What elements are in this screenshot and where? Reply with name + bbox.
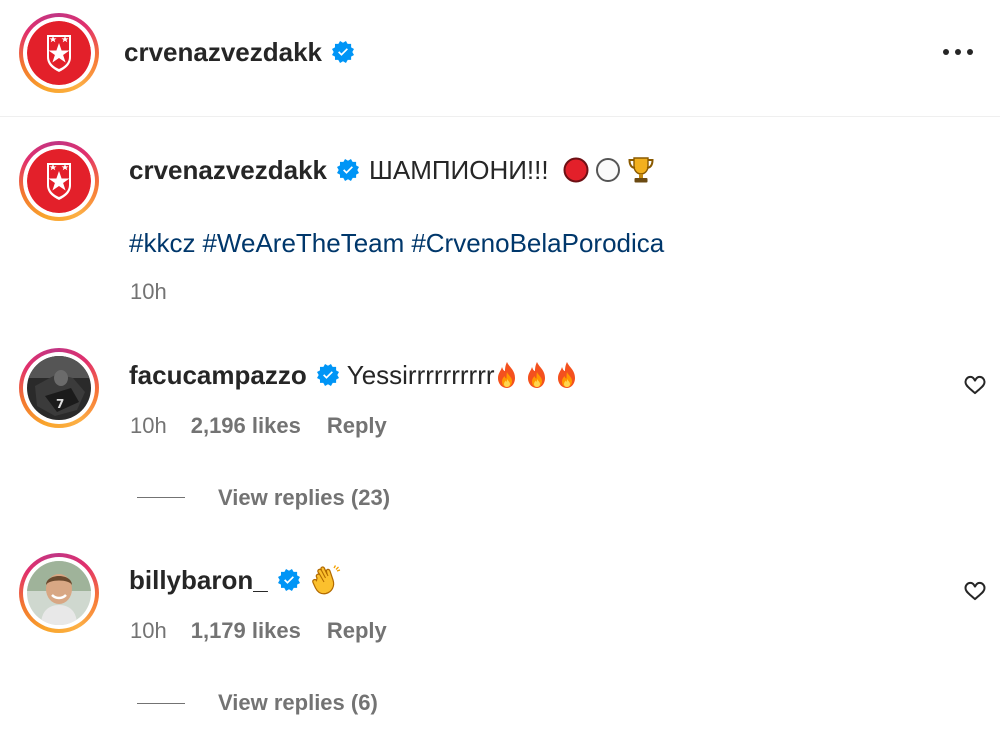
comment-text: Yessirrrrrrrrrr xyxy=(346,359,495,390)
verified-badge-icon xyxy=(332,41,354,63)
header-username[interactable]: crvenazvezdakk xyxy=(124,37,322,68)
comment-meta: 10h 2,196 likes Reply xyxy=(130,413,387,439)
comment-avatar[interactable] xyxy=(19,553,99,633)
svg-text:7: 7 xyxy=(56,397,64,411)
replies-divider xyxy=(137,703,185,704)
reply-button[interactable]: Reply xyxy=(327,413,387,439)
comment-avatar[interactable]: 7 xyxy=(19,348,99,428)
post-caption-text: ШАМПИОНИ!!! xyxy=(369,154,549,185)
user-photo-icon xyxy=(27,561,91,625)
view-replies-button[interactable]: View replies (23) xyxy=(218,485,390,511)
post-hashtags: #kkcz #WeAreTheTeam #CrvenoBelaPorodica xyxy=(129,226,664,260)
user-photo-icon: 7 xyxy=(27,356,91,420)
fire-icon xyxy=(495,361,519,389)
hashtag-link[interactable]: #kkcz xyxy=(129,228,195,259)
like-heart-icon[interactable] xyxy=(962,579,988,603)
comment-line: billybaron_ xyxy=(129,562,342,598)
post-timestamp[interactable]: 10h xyxy=(130,279,167,305)
comment-username[interactable]: facucampazzo xyxy=(129,360,307,391)
comment-timestamp[interactable]: 10h xyxy=(130,618,167,644)
comment-likes[interactable]: 2,196 likes xyxy=(191,413,301,439)
post-avatar[interactable] xyxy=(19,141,99,221)
fire-icon xyxy=(555,361,579,389)
more-options-icon[interactable] xyxy=(940,42,976,62)
white-circle-icon xyxy=(595,158,620,182)
fire-icon xyxy=(525,361,549,389)
header-avatar[interactable] xyxy=(19,13,99,93)
verified-badge-icon xyxy=(278,569,300,591)
header-divider xyxy=(0,116,1000,117)
comment-meta: 10h 1,179 likes Reply xyxy=(130,618,387,644)
red-circle-icon xyxy=(563,157,589,183)
comment-line: facucampazzo Yessirrrrrrrrrr xyxy=(129,357,579,393)
club-logo-icon xyxy=(27,149,91,213)
comment-likes[interactable]: 1,179 likes xyxy=(191,618,301,644)
comment-username[interactable]: billybaron_ xyxy=(129,565,268,596)
hashtag-link[interactable]: #CrvenoBelaPorodica xyxy=(411,228,664,259)
club-logo-icon xyxy=(27,21,91,85)
post-caption-line: crvenazvezdakk ШАМПИОНИ!!! xyxy=(129,152,655,188)
view-replies-button[interactable]: View replies (6) xyxy=(218,690,378,716)
post-username[interactable]: crvenazvezdakk xyxy=(129,155,327,186)
replies-divider xyxy=(137,497,185,498)
hashtag-link[interactable]: #WeAreTheTeam xyxy=(202,228,404,259)
comment-timestamp[interactable]: 10h xyxy=(130,413,167,439)
like-heart-icon[interactable] xyxy=(962,373,988,397)
verified-badge-icon xyxy=(337,159,359,181)
reply-button[interactable]: Reply xyxy=(327,618,387,644)
verified-badge-icon xyxy=(317,364,339,386)
trophy-icon xyxy=(628,157,654,183)
clapping-hands-icon xyxy=(310,564,342,596)
